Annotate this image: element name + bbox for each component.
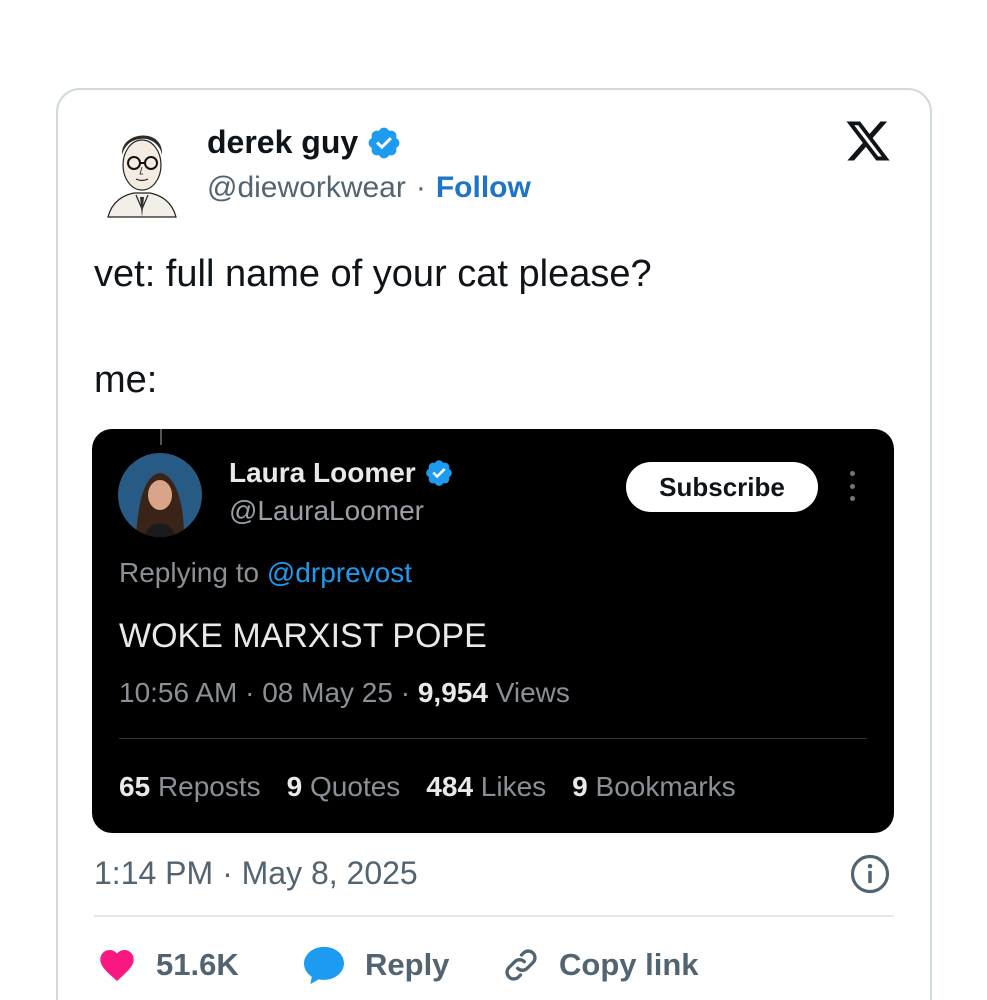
quoted-views-label: Views — [495, 677, 570, 708]
heart-icon — [100, 950, 134, 981]
quoted-author-name-row: Laura Loomer — [229, 457, 454, 489]
like-button[interactable]: 51.6K — [96, 945, 301, 985]
replying-prefix: Replying to — [119, 557, 260, 588]
info-icon[interactable] — [849, 853, 891, 895]
stat-quotes: 9 Quotes — [286, 771, 401, 802]
more-vertical-icon — [846, 471, 858, 501]
reply-label: Reply — [365, 947, 450, 982]
replying-to: Replying to @drprevost — [119, 557, 412, 589]
link-icon — [505, 949, 537, 981]
quoted-views-count: 9,954 — [417, 677, 488, 708]
replying-mention: @drprevost — [266, 557, 413, 588]
quoted-author-avatar — [118, 453, 202, 537]
follow-button[interactable]: Follow — [436, 171, 531, 205]
copy-link-button[interactable]: Copy link — [501, 945, 699, 985]
quoted-divider — [119, 738, 867, 739]
quoted-author-handle: @LauraLoomer — [229, 495, 424, 526]
thread-line — [160, 429, 162, 445]
quoted-tweet-meta: 10:56 AM · 08 May 25 · 9,954 Views — [119, 677, 570, 708]
tweet-timestamp[interactable]: 1:14 PM · May 8, 2025 — [94, 855, 418, 892]
author-avatar[interactable] — [102, 117, 182, 221]
subscribe-button: Subscribe — [626, 462, 818, 512]
stat-reposts: 65 Reposts — [119, 771, 261, 802]
tweet-text-line-1: vet: full name of your cat please? — [94, 253, 652, 295]
action-bar: 51.6K Reply Copy link — [96, 940, 699, 990]
copy-link-label: Copy link — [559, 947, 699, 982]
quoted-tweet-image[interactable]: Laura Loomer @LauraLoomer Subscribe Repl… — [92, 429, 894, 833]
reply-bubble-icon — [304, 946, 344, 985]
stat-likes: 484 Likes — [426, 771, 547, 802]
author-name[interactable]: derek guy — [207, 124, 358, 161]
x-logo-icon[interactable] — [842, 117, 894, 165]
reply-button[interactable]: Reply — [301, 945, 501, 985]
verified-badge-icon — [425, 460, 452, 486]
author-handle-row: @dieworkwear · Follow — [207, 171, 531, 205]
separator-dot: · — [415, 171, 426, 204]
quoted-stats: 65 Reposts 9 Quotes 484 Likes 9 Bookmark… — [119, 771, 736, 803]
stat-bookmarks: 9 Bookmarks — [572, 771, 736, 802]
quoted-time: 10:56 AM — [119, 677, 238, 708]
author-handle[interactable]: @dieworkwear — [207, 171, 406, 205]
author-name-row[interactable]: derek guy — [207, 124, 402, 161]
verified-badge-icon — [368, 127, 400, 158]
actions-divider — [94, 915, 894, 917]
likes-count: 51.6K — [156, 947, 239, 982]
tweet-text-line-2: me: — [94, 359, 158, 401]
quoted-date: 08 May 25 — [262, 677, 393, 708]
quoted-tweet-text: WOKE MARXIST POPE — [119, 617, 487, 655]
quoted-author-name: Laura Loomer — [229, 457, 416, 488]
